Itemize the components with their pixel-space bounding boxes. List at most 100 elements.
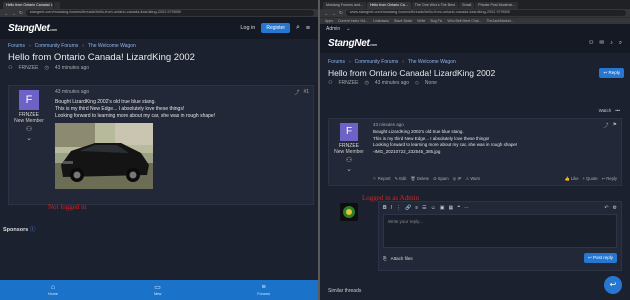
thread-time[interactable]: 43 minutes ago: [55, 65, 89, 71]
browser-tab[interactable]: The One Who's The Best: [411, 2, 458, 9]
paperclip-icon[interactable]: ⎘: [383, 256, 387, 261]
nav-home[interactable]: ⌂ Home: [48, 284, 58, 296]
quote-button[interactable]: + Quote: [583, 176, 598, 182]
post-date[interactable]: 43 minutes ago: [373, 122, 617, 127]
admin-link[interactable]: Admin: [326, 26, 340, 32]
breadcrumb: Forums › Community Forums › The Welcome Wa…: [8, 43, 136, 49]
breadcrumb-welcome-wagon[interactable]: The Welcome Wagon: [88, 43, 136, 49]
edit-button[interactable]: ✎ Edit: [395, 176, 407, 182]
bookmark[interactable]: Slave Mode: [394, 19, 412, 23]
thread-author[interactable]: FRNZEE: [18, 65, 38, 71]
bell-icon[interactable]: ♪: [610, 40, 613, 46]
align-icon[interactable]: ☰: [422, 205, 426, 211]
undo-icon[interactable]: ↶: [604, 205, 608, 211]
post-line: Looking forward to learning more about m…: [55, 113, 216, 119]
back-icon[interactable]: ←: [4, 11, 9, 16]
attach-files-button[interactable]: Attach files: [391, 256, 413, 261]
emoji-icon[interactable]: ☺: [431, 205, 436, 211]
breadcrumb: Forums › Community Forums › The Welcome Wa…: [328, 59, 456, 65]
thread-time[interactable]: 43 minutes ago: [375, 80, 409, 86]
reload-icon[interactable]: ↻: [19, 10, 23, 16]
post-line: This is my third New Edge... I absolutel…: [55, 106, 185, 112]
car-photo[interactable]: [55, 123, 153, 189]
bookmark[interactable]: TheJaneMarket...: [486, 19, 513, 23]
address-bar: ← → ↻ www.stangnet.com/mustang-forums/th…: [320, 9, 630, 17]
browser-tab[interactable]: Mustang Forums and...: [323, 2, 366, 9]
site-logo[interactable]: StangNet.com: [328, 38, 377, 49]
media-icon[interactable]: ▦: [449, 205, 454, 211]
breadcrumb-community-forums[interactable]: Community Forums: [35, 43, 79, 49]
breadcrumb-forums[interactable]: Forums: [8, 43, 25, 49]
browser-window-left: Hello from Ontario Canada! LizardKing 20…: [0, 0, 318, 300]
post-body: 43 minutes ago Bought LizardKing 2002's …: [373, 122, 617, 155]
site-logo[interactable]: StangNet.com: [8, 23, 57, 34]
code-icon[interactable]: ⋯: [464, 205, 469, 211]
italic-icon[interactable]: I: [391, 205, 392, 211]
toggle-bbcode-icon[interactable]: ⚙: [613, 205, 617, 211]
avatar[interactable]: F: [340, 123, 358, 141]
watch-button[interactable]: Watch: [599, 108, 612, 113]
reload-icon[interactable]: ↻: [339, 10, 343, 16]
bookmark[interactable]: Write: [417, 19, 425, 23]
url-field[interactable]: www.stangnet.com/mustang-forums/threads/…: [345, 10, 626, 16]
thread-meta: ⚇ FRNZEE ◷ 43 minutes ago: [0, 63, 318, 71]
thread-meta: ⚇ FRNZEE ◷ 43 minutes ago ◇ None: [320, 78, 630, 86]
site-header: StangNet.com ⚇ ✉ ♪ ⌕: [320, 33, 630, 53]
forward-icon[interactable]: →: [12, 11, 17, 16]
nav-forums[interactable]: ≡ Forums: [257, 284, 270, 296]
browser-tab-active[interactable]: Hello from Ontario Canada! LizardKing 20…: [3, 2, 53, 9]
bookmark[interactable]: Current Index Vid...: [338, 19, 368, 23]
chevron-down-icon[interactable]: ⌄: [346, 26, 350, 32]
browser-tab[interactable]: Private Post Moderat...: [475, 2, 518, 9]
thread-tags[interactable]: None: [425, 80, 437, 86]
link-icon[interactable]: 🔗: [405, 205, 411, 211]
thread-author[interactable]: FRNZEE: [338, 80, 358, 86]
menu-icon: ≡: [261, 284, 266, 291]
post-userbox: F FRNZEE New Member ⚇ ⌄: [9, 86, 49, 142]
reply-button-post[interactable]: ↩ Reply: [602, 176, 617, 182]
chevron-down-icon[interactable]: ⌄: [329, 165, 369, 173]
bottom-nav: ⌂ Home ▭ New ≡ Forums: [0, 280, 318, 300]
browser-tab-active[interactable]: Hello from Ontario Ca...: [366, 2, 411, 9]
bookmark[interactable]: Linkbases: [373, 19, 389, 23]
list-icon[interactable]: ≡: [415, 205, 418, 211]
post-reply-button[interactable]: ↩ Post reply: [583, 253, 617, 263]
browser-tab[interactable]: [54, 2, 60, 9]
more-formatting-icon[interactable]: ⋮: [396, 205, 401, 211]
reply-button[interactable]: ↩ Reply: [599, 68, 624, 78]
image-icon[interactable]: ▣: [440, 205, 445, 211]
like-button[interactable]: 👍 Like: [564, 176, 578, 182]
bookmark[interactable]: Bug Fix: [430, 19, 442, 23]
search-icon[interactable]: ⌕: [619, 40, 622, 47]
broken-image[interactable]: ▫IMG_20210722_232545_385.jpg: [373, 149, 617, 156]
search-icon[interactable]: ⌕: [296, 24, 300, 32]
spam-button[interactable]: ⊘ Spam: [433, 176, 449, 182]
back-icon[interactable]: ←: [324, 11, 329, 16]
forward-icon[interactable]: →: [332, 11, 337, 16]
bold-icon[interactable]: B: [383, 205, 387, 211]
report-button[interactable]: ⚐ Report: [373, 176, 391, 182]
url-field[interactable]: stangnet.com/mustang-forums/threads/hell…: [25, 10, 314, 16]
page-title: Hello from Ontario Canada! LizardKing 20…: [8, 52, 195, 63]
user-icon[interactable]: ⚇: [589, 40, 594, 46]
more-options-icon[interactable]: •••: [615, 108, 620, 113]
ip-button[interactable]: ◎ IP: [453, 176, 462, 182]
login-link[interactable]: Log in: [240, 25, 255, 31]
browser-tab[interactable]: Gmail: [458, 2, 475, 9]
avatar[interactable]: F: [19, 90, 39, 110]
info-icon[interactable]: ⓘ: [30, 227, 36, 233]
reply-floating-button[interactable]: ↩: [604, 276, 622, 294]
reply-textarea[interactable]: Write your reply...: [383, 214, 617, 248]
warn-button[interactable]: ⚠ Warn: [465, 176, 480, 182]
delete-button[interactable]: 🗑 Delete: [410, 176, 429, 182]
nav-new[interactable]: ▭ New: [154, 284, 162, 296]
post-date[interactable]: 43 minutes ago: [55, 89, 309, 95]
quote-icon[interactable]: ❝: [457, 205, 460, 211]
bookmark[interactable]: Apps: [325, 19, 333, 23]
bookmark[interactable]: Who Belt Meet Chal...: [447, 19, 481, 23]
avatar[interactable]: [340, 203, 358, 221]
chevron-down-icon[interactable]: ⌄: [9, 134, 49, 142]
register-button[interactable]: Register: [261, 23, 290, 33]
envelope-icon[interactable]: ✉: [600, 40, 605, 46]
menu-icon[interactable]: ≡: [306, 25, 310, 32]
